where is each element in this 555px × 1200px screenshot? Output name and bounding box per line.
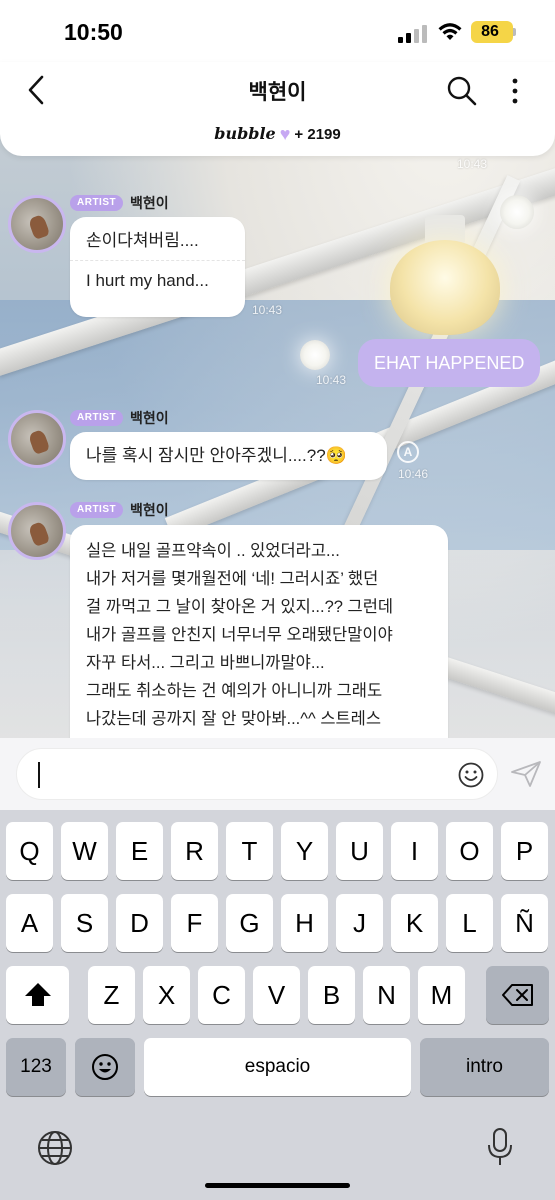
microphone-icon[interactable] bbox=[487, 1127, 513, 1167]
key-r[interactable]: R bbox=[171, 822, 218, 880]
key-v[interactable]: V bbox=[253, 966, 300, 1024]
translate-icon[interactable]: A bbox=[397, 441, 419, 463]
key-u[interactable]: U bbox=[336, 822, 383, 880]
key-c[interactable]: C bbox=[198, 966, 245, 1024]
space-key[interactable]: espacio bbox=[144, 1038, 411, 1096]
home-indicator bbox=[205, 1183, 350, 1188]
message-input-bar bbox=[0, 738, 555, 810]
key-n-tilde[interactable]: Ñ bbox=[501, 894, 548, 952]
emoji-icon bbox=[92, 1054, 118, 1080]
key-g[interactable]: G bbox=[226, 894, 273, 952]
text-caret bbox=[38, 762, 40, 788]
message-bubble[interactable]: 실은 내일 골프약속이 .. 있었더라고... 내가 저거를 몇개월전에 ‘네!… bbox=[70, 525, 448, 755]
search-icon bbox=[447, 76, 477, 106]
message-line: 실은 내일 골프약속이 .. 있었더라고... bbox=[86, 542, 340, 560]
timestamp: 10:43 bbox=[252, 303, 283, 317]
battery-icon: 86 bbox=[471, 21, 513, 43]
message-bubble[interactable]: 손이다쳐버림.... I hurt my hand... bbox=[70, 217, 245, 317]
message-input[interactable] bbox=[16, 748, 498, 800]
key-n[interactable]: N bbox=[363, 966, 410, 1024]
sender-name: 백현이 bbox=[130, 195, 169, 211]
bubble-count: + 2199 bbox=[294, 126, 341, 143]
key-k[interactable]: K bbox=[391, 894, 438, 952]
backspace-icon bbox=[501, 984, 533, 1006]
chat-header: 백현이 bubble ♥ + 2199 bbox=[0, 62, 555, 156]
message-line: 걸 까먹고 그 날이 찾아온 거 있지...?? 그런데 bbox=[86, 598, 394, 616]
return-key[interactable]: intro bbox=[420, 1038, 549, 1096]
battery-tip bbox=[513, 28, 516, 36]
message-line: 내가 골프를 안친지 너무너무 오래됐단말이야 bbox=[86, 626, 393, 644]
battery-level: 86 bbox=[481, 23, 499, 40]
search-button[interactable] bbox=[446, 75, 478, 107]
message-line: 자꾸 타서... 그리고 바쁘니까말야... bbox=[86, 654, 325, 672]
avatar[interactable] bbox=[8, 195, 66, 253]
key-y[interactable]: Y bbox=[281, 822, 328, 880]
artist-badge: ARTIST bbox=[70, 410, 124, 426]
globe-icon[interactable] bbox=[37, 1130, 73, 1166]
cellular-signal-icon bbox=[398, 25, 428, 43]
key-b[interactable]: B bbox=[308, 966, 355, 1024]
key-a[interactable]: A bbox=[6, 894, 53, 952]
more-vertical-icon bbox=[512, 78, 518, 104]
message-line: 내가 저거를 몇개월전에 ‘네! 그러시죠’ 했던 bbox=[86, 570, 379, 588]
bubble-logo: bubble bbox=[214, 124, 276, 143]
spot-light bbox=[300, 340, 330, 370]
emoji-icon[interactable] bbox=[457, 761, 485, 789]
status-bar: 10:50 86 bbox=[0, 0, 555, 62]
key-z[interactable]: Z bbox=[88, 966, 135, 1024]
message-line: 나갔는데 공까지 잘 안 맞아봐...^^ 스트레스 bbox=[86, 710, 382, 728]
numbers-key[interactable]: 123 bbox=[6, 1038, 66, 1096]
message-bubble[interactable]: 나를 혹시 잠시만 안아주겠니....??🥺 bbox=[70, 432, 387, 480]
heart-icon: ♥ bbox=[279, 124, 291, 144]
wifi-icon bbox=[438, 23, 462, 40]
avatar[interactable] bbox=[8, 410, 66, 468]
artist-badge: ARTIST bbox=[70, 195, 124, 211]
key-s[interactable]: S bbox=[61, 894, 108, 952]
divider bbox=[70, 260, 245, 261]
key-h[interactable]: H bbox=[281, 894, 328, 952]
key-d[interactable]: D bbox=[116, 894, 163, 952]
key-x[interactable]: X bbox=[143, 966, 190, 1024]
key-w[interactable]: W bbox=[61, 822, 108, 880]
key-e[interactable]: E bbox=[116, 822, 163, 880]
key-p[interactable]: P bbox=[501, 822, 548, 880]
message-text: 나를 혹시 잠시만 안아주겠니....??🥺 bbox=[86, 446, 347, 465]
timestamp: 10:46 bbox=[398, 467, 429, 481]
spot-light bbox=[500, 195, 534, 229]
sender-name: 백현이 bbox=[130, 410, 169, 426]
bubble-status: bubble ♥ + 2199 bbox=[0, 124, 555, 145]
shift-key[interactable] bbox=[6, 966, 69, 1024]
key-t[interactable]: T bbox=[226, 822, 273, 880]
message-translation: I hurt my hand... bbox=[86, 271, 209, 290]
timestamp: 10:43 bbox=[316, 373, 347, 387]
more-options-button[interactable] bbox=[504, 76, 526, 106]
sender-name: 백현이 bbox=[130, 502, 169, 518]
message-line: 그래도 취소하는 건 예의가 아니니까 그래도 bbox=[86, 682, 383, 700]
lamp-shade bbox=[390, 240, 500, 335]
artist-badge: ARTIST bbox=[70, 502, 124, 518]
outgoing-message-bubble[interactable]: EHAT HAPPENED bbox=[358, 339, 541, 387]
delete-key[interactable] bbox=[486, 966, 549, 1024]
send-icon[interactable] bbox=[510, 760, 542, 788]
key-l[interactable]: L bbox=[446, 894, 493, 952]
emoji-key[interactable] bbox=[75, 1038, 135, 1096]
key-q[interactable]: Q bbox=[6, 822, 53, 880]
key-m[interactable]: M bbox=[418, 966, 465, 1024]
avatar[interactable] bbox=[8, 502, 66, 560]
key-i[interactable]: I bbox=[391, 822, 438, 880]
shift-icon bbox=[24, 983, 51, 1006]
key-f[interactable]: F bbox=[171, 894, 218, 952]
key-o[interactable]: O bbox=[446, 822, 493, 880]
key-j[interactable]: J bbox=[336, 894, 383, 952]
status-time: 10:50 bbox=[64, 19, 123, 45]
message-text: 손이다쳐버림.... bbox=[86, 231, 199, 250]
timestamp: 10:43 bbox=[457, 157, 488, 171]
